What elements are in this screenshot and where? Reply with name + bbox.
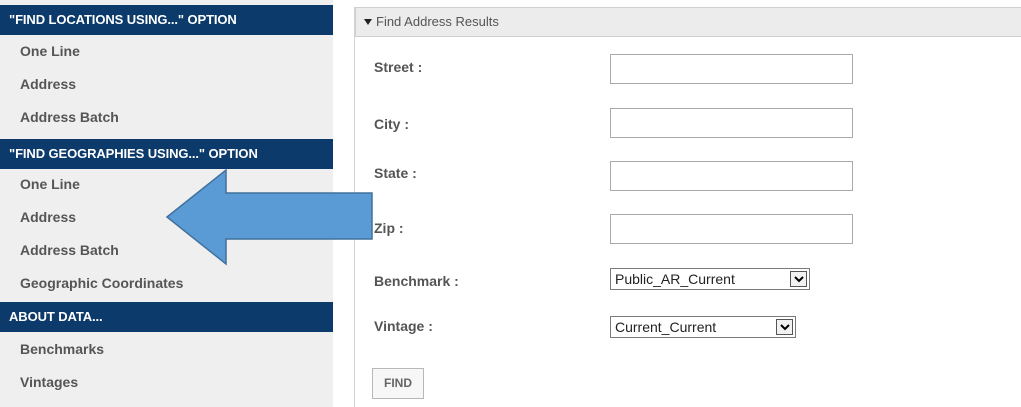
results-header-label: Find Address Results <box>376 14 499 29</box>
vintage-select[interactable]: Current_Current <box>610 316 796 338</box>
sidebar-item-locations-one-line[interactable]: One Line <box>0 35 333 68</box>
zip-input[interactable] <box>610 214 853 244</box>
section-header-about-data: ABOUT DATA... <box>0 302 333 332</box>
street-label: Street : <box>374 59 423 75</box>
vintage-select-value: Current_Current <box>615 319 717 335</box>
sidebar: "FIND LOCATIONS USING..." OPTION One Lin… <box>0 0 333 407</box>
benchmark-label: Benchmark : <box>374 273 459 289</box>
city-input[interactable] <box>610 108 853 138</box>
sidebar-item-locations-address[interactable]: Address <box>0 68 333 101</box>
street-input[interactable] <box>610 54 853 84</box>
sidebar-item-locations-address-batch[interactable]: Address Batch <box>0 101 333 134</box>
collapse-triangle-icon <box>364 18 372 25</box>
main-panel: Find Address Results Street : City : Sta… <box>354 7 1021 407</box>
chevron-down-icon[interactable] <box>776 319 793 335</box>
chevron-down-icon[interactable] <box>790 271 807 287</box>
section-header-find-geographies: "FIND GEOGRAPHIES USING..." OPTION <box>0 139 333 169</box>
state-input[interactable] <box>610 161 853 191</box>
vintage-label: Vintage : <box>374 318 433 334</box>
benchmark-select-value: Public_AR_Current <box>615 271 735 287</box>
find-button[interactable]: FIND <box>372 368 424 399</box>
benchmark-select[interactable]: Public_AR_Current <box>610 268 810 290</box>
sidebar-item-geographies-address-batch[interactable]: Address Batch <box>0 234 333 267</box>
state-label: State : <box>374 165 417 181</box>
sidebar-item-vintages[interactable]: Vintages <box>0 366 333 399</box>
results-header[interactable]: Find Address Results <box>355 7 1021 37</box>
sidebar-item-geographic-coordinates[interactable]: Geographic Coordinates <box>0 267 333 300</box>
section-header-find-locations: "FIND LOCATIONS USING..." OPTION <box>0 5 333 35</box>
city-label: City : <box>374 116 409 132</box>
sidebar-item-geographies-address[interactable]: Address <box>0 201 333 234</box>
sidebar-item-benchmarks[interactable]: Benchmarks <box>0 333 333 366</box>
sidebar-item-geographies-one-line[interactable]: One Line <box>0 168 333 201</box>
zip-label: Zip : <box>374 220 404 236</box>
